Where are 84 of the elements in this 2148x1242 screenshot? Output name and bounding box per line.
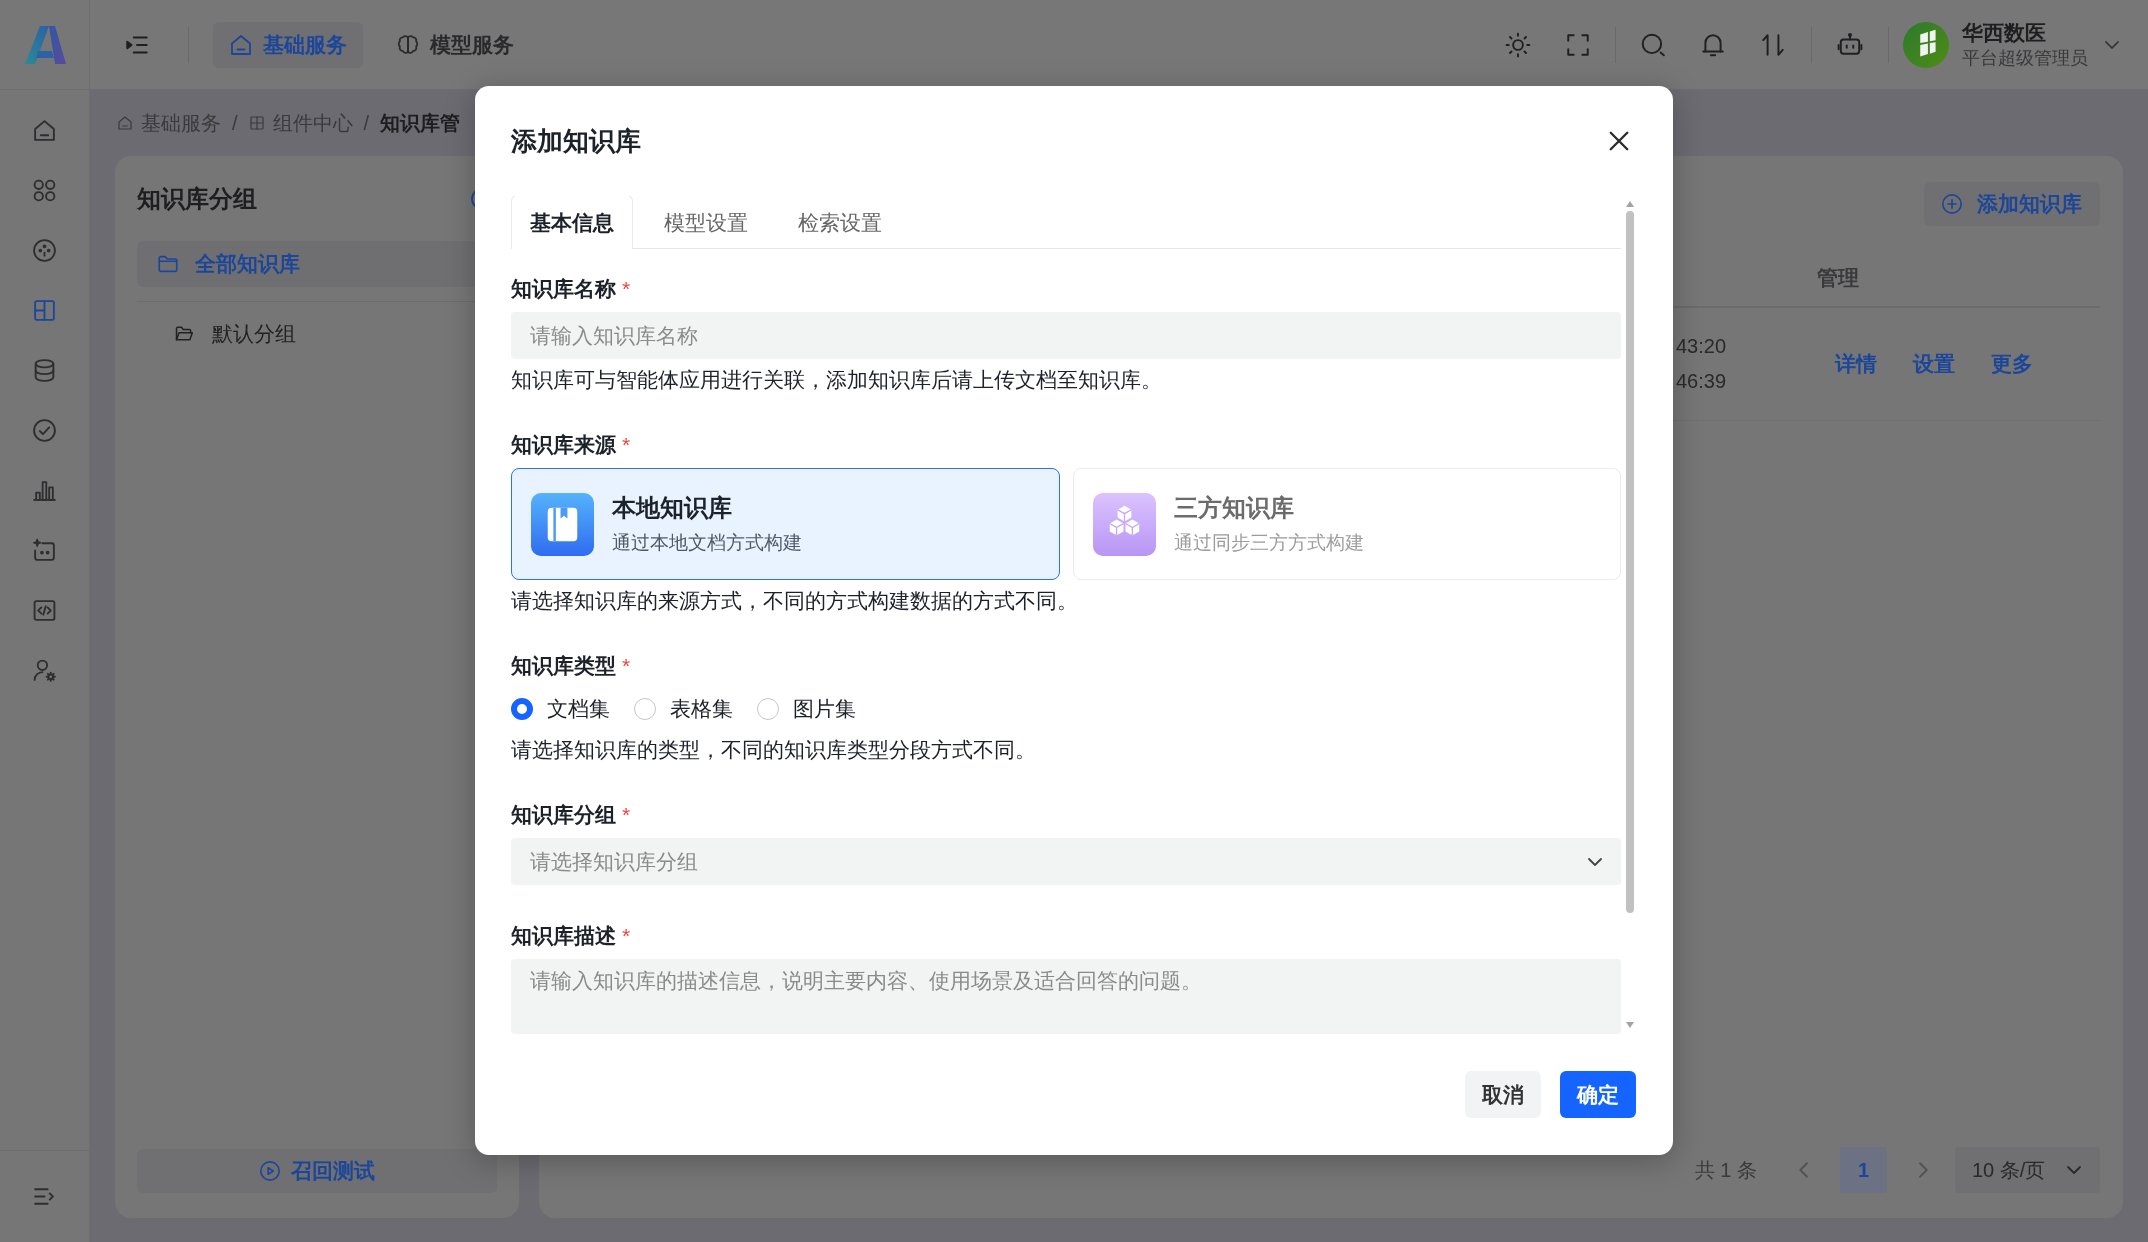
close-icon[interactable] bbox=[1608, 130, 1630, 152]
breadcrumb-item: 知识库管 bbox=[380, 110, 461, 136]
option-description: 通过同步三方方式构建 bbox=[1173, 530, 1364, 555]
database-icon[interactable] bbox=[32, 357, 57, 383]
action-link[interactable]: 更多 bbox=[1991, 350, 2033, 378]
home-icon[interactable] bbox=[32, 117, 57, 143]
required-mark: * bbox=[622, 432, 631, 458]
required-mark: * bbox=[622, 802, 631, 828]
user-gear-icon[interactable] bbox=[32, 657, 57, 683]
user-role: 平台超级管理员 bbox=[1962, 47, 2088, 70]
brain-icon bbox=[396, 32, 420, 57]
dialog-tab[interactable]: 基本信息 bbox=[511, 196, 633, 249]
user-name: 华西数医 bbox=[1962, 20, 2047, 46]
required-mark: * bbox=[622, 276, 631, 302]
code-icon[interactable] bbox=[32, 597, 57, 623]
radio-option[interactable]: 表格集 bbox=[634, 695, 733, 723]
time-text: 43:20 bbox=[1676, 334, 1728, 359]
option-description: 通过本地文档方式构建 bbox=[612, 530, 802, 555]
option-title: 本地知识库 bbox=[612, 492, 733, 523]
page-size-select[interactable]: 10 条/页 bbox=[1955, 1147, 2100, 1193]
group-item[interactable]: 默认分组 bbox=[137, 314, 497, 354]
radio-option[interactable]: 文档集 bbox=[511, 695, 610, 723]
robot-icon[interactable] bbox=[1837, 31, 1863, 58]
help-text: 请选择知识库的类型，不同的知识库类型分段方式不同。 bbox=[511, 737, 1037, 763]
layout-icon[interactable] bbox=[32, 297, 57, 323]
action-link[interactable]: 详情 bbox=[1835, 350, 1877, 378]
folder-icon bbox=[157, 253, 179, 275]
select-field[interactable]: 请选择知识库分组 bbox=[511, 838, 1621, 885]
dialog-title: 添加知识库 bbox=[511, 124, 641, 158]
required-mark: * bbox=[622, 923, 631, 949]
dialog-tab[interactable]: 模型设置 bbox=[645, 196, 767, 249]
plus-circle-icon bbox=[1941, 193, 1963, 215]
recall-test-button[interactable]: 召回测试 bbox=[137, 1149, 497, 1193]
radio-option[interactable]: 图片集 bbox=[757, 695, 856, 723]
dialog-tab[interactable]: 检索设置 bbox=[779, 196, 901, 249]
help-text: 请选择知识库的来源方式，不同的方式构建数据的方式不同。 bbox=[511, 588, 1079, 614]
cancel-button[interactable]: 取消 bbox=[1465, 1071, 1541, 1118]
check-circle-icon[interactable] bbox=[32, 417, 57, 443]
radio-icon[interactable] bbox=[757, 698, 779, 720]
avatar-icon[interactable] bbox=[1903, 21, 1949, 68]
column-header: 管理 bbox=[1816, 265, 1859, 291]
required-mark: * bbox=[622, 653, 631, 679]
help-text: 知识库可与智能体应用进行关联，添加知识库后请上传文档至知识库。 bbox=[511, 367, 1163, 393]
cubes-icon bbox=[1092, 492, 1156, 556]
fullscreen-icon[interactable] bbox=[1565, 31, 1591, 58]
field-label: 知识库类型 bbox=[511, 653, 616, 679]
sun-icon[interactable] bbox=[1505, 31, 1531, 58]
four-circles-icon[interactable] bbox=[32, 177, 57, 203]
add-knowledge-base-button[interactable]: 添加知识库 bbox=[1924, 182, 2100, 226]
nav-tab[interactable]: 模型服务 bbox=[380, 21, 530, 68]
field-label: 知识库来源 bbox=[511, 432, 616, 458]
sparkle-box-icon[interactable] bbox=[32, 537, 57, 563]
scrollbar-thumb[interactable] bbox=[1626, 211, 1634, 913]
book-icon bbox=[531, 492, 594, 556]
logo-icon[interactable] bbox=[23, 25, 66, 64]
nav-tab[interactable]: 基础服务 bbox=[213, 21, 363, 68]
radio-icon[interactable] bbox=[634, 698, 656, 720]
field-label: 知识库分组 bbox=[511, 802, 616, 828]
time-text: 46:39 bbox=[1676, 369, 1728, 394]
source-option-card[interactable]: 本地知识库 通过本地文档方式构建 bbox=[511, 468, 1060, 580]
play-circle-icon bbox=[259, 1160, 281, 1182]
field-label: 知识库名称 bbox=[511, 276, 616, 302]
text-input[interactable]: 请输入知识库名称 bbox=[511, 312, 1621, 359]
total-count: 共 1 条 bbox=[1694, 1157, 1757, 1183]
gauge-icon[interactable] bbox=[32, 237, 57, 263]
breadcrumb-separator: / bbox=[363, 111, 370, 135]
option-title: 三方知识库 bbox=[1173, 492, 1295, 523]
panel-title: 知识库分组 bbox=[137, 184, 257, 214]
sort-arrows-icon[interactable] bbox=[1760, 31, 1786, 58]
breadcrumb-separator: / bbox=[232, 111, 238, 135]
folder-open-icon bbox=[174, 324, 194, 344]
action-link[interactable]: 设置 bbox=[1913, 350, 1955, 378]
search-icon[interactable] bbox=[1640, 31, 1666, 58]
caret-down-icon[interactable] bbox=[1626, 1022, 1634, 1028]
grid-icon bbox=[248, 115, 265, 131]
page-button[interactable]: 1 bbox=[1840, 1147, 1887, 1193]
bell-icon[interactable] bbox=[1700, 31, 1726, 58]
confirm-button[interactable]: 确定 bbox=[1560, 1071, 1636, 1118]
home-icon bbox=[117, 115, 133, 131]
home-icon bbox=[229, 32, 253, 57]
caret-up-icon[interactable] bbox=[1626, 201, 1634, 207]
textarea-field[interactable]: 请输入知识库的描述信息，说明主要内容、使用场景及适合回答的问题。 bbox=[511, 959, 1621, 1034]
radio-icon[interactable] bbox=[511, 698, 533, 720]
field-label: 知识库描述 bbox=[511, 923, 616, 949]
